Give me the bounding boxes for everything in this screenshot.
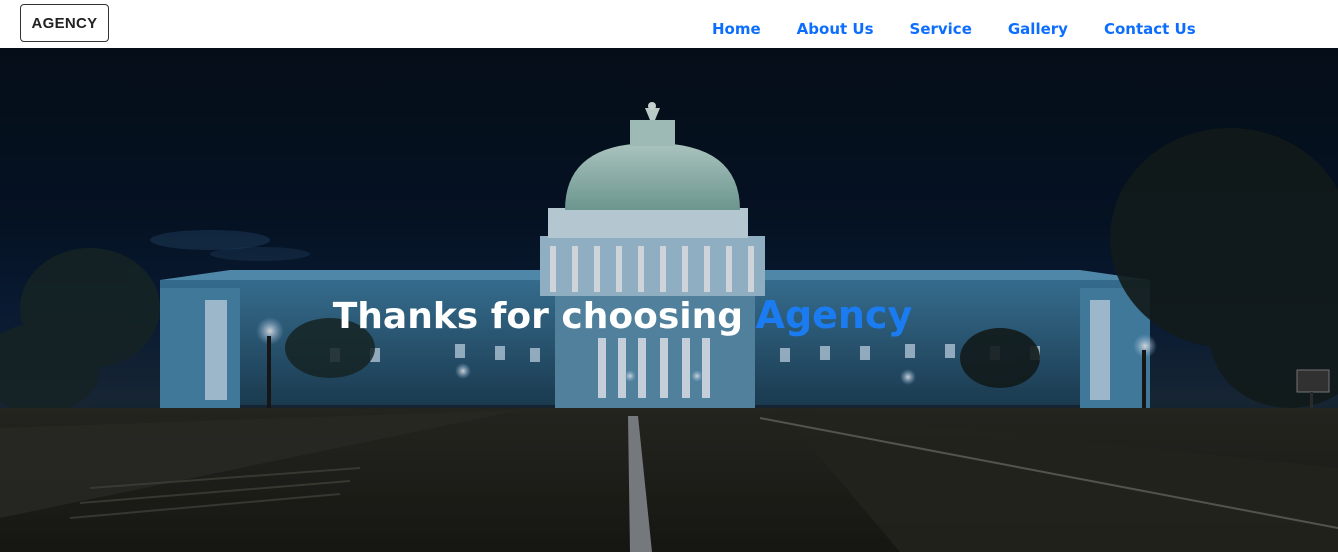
hero-title-prefix: Thanks for choosing bbox=[332, 296, 756, 337]
nav-menu: Home About Us Service Gallery Contact Us bbox=[694, 0, 1214, 48]
nav-link-service[interactable]: Service bbox=[892, 19, 990, 39]
nav-link-gallery[interactable]: Gallery bbox=[990, 19, 1086, 39]
navbar: AGENCY Home About Us Service Gallery Con… bbox=[0, 0, 1338, 48]
brand-logo-button[interactable]: AGENCY bbox=[20, 4, 109, 42]
hero-title-accent: Agency bbox=[755, 293, 913, 337]
nav-link-about-us[interactable]: About Us bbox=[779, 19, 892, 39]
nav-link-contact-us[interactable]: Contact Us bbox=[1086, 19, 1214, 39]
hero-section: Thanks for choosing Agency bbox=[0, 48, 1338, 552]
nav-link-home[interactable]: Home bbox=[694, 19, 779, 39]
hero-title: Thanks for choosing Agency bbox=[0, 286, 1245, 346]
